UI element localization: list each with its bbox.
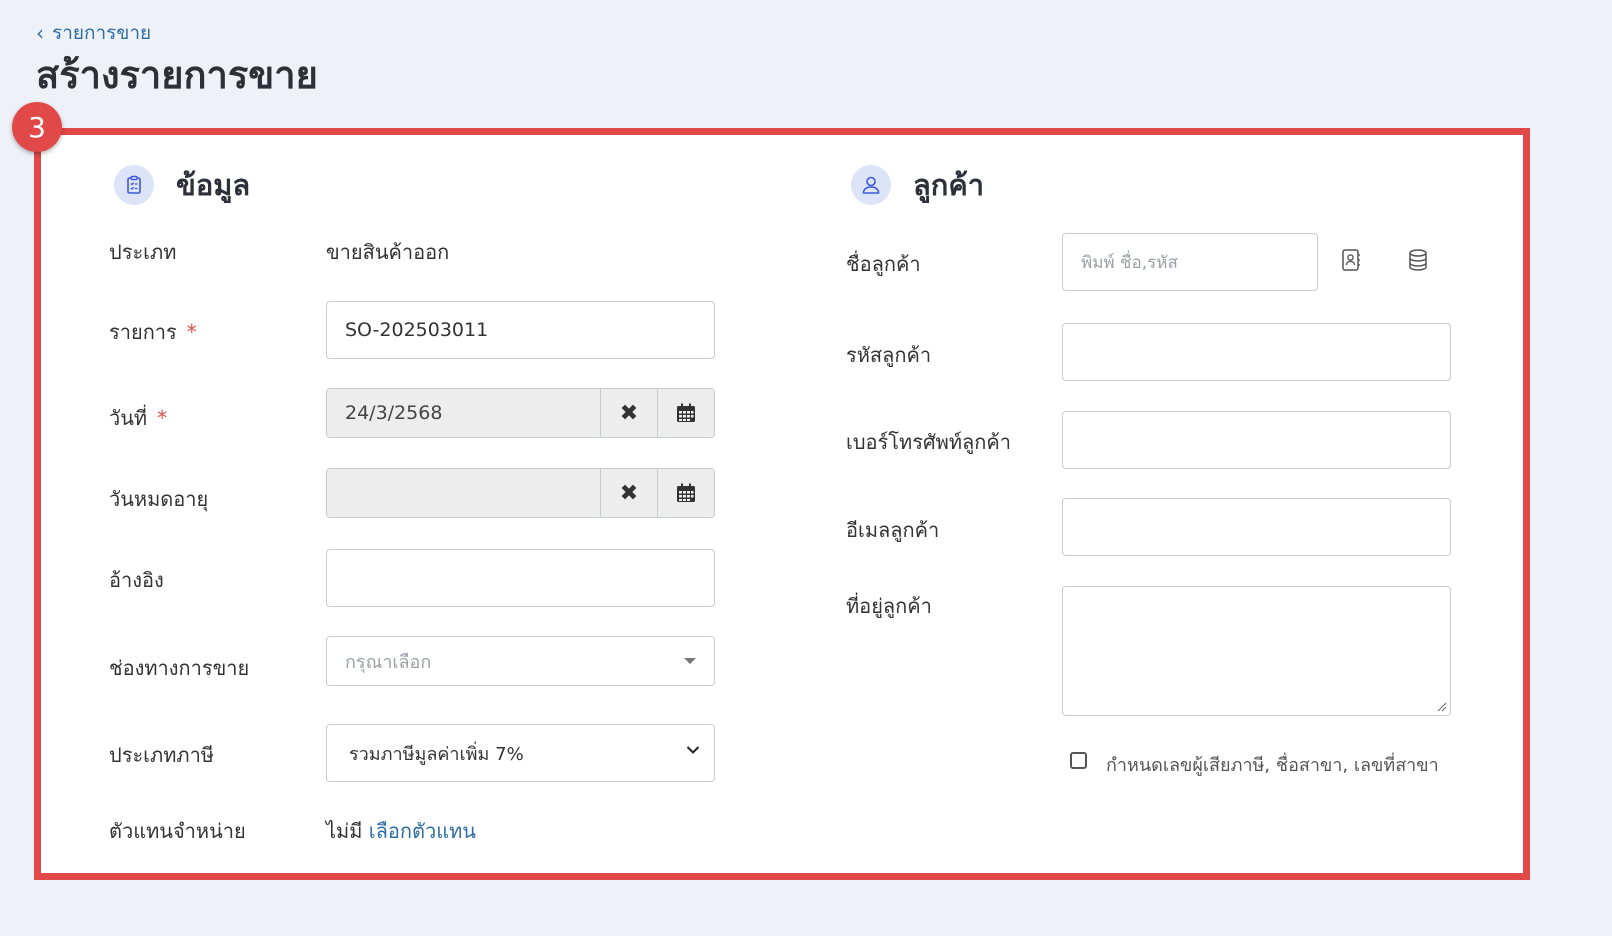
- calendar-icon: [677, 483, 695, 502]
- contact-book-button[interactable]: [1341, 249, 1361, 275]
- required-mark: *: [186, 320, 197, 344]
- database-button[interactable]: [1408, 249, 1428, 275]
- customer-phone-input[interactable]: [1062, 411, 1451, 469]
- chevron-left-icon: ‹: [36, 21, 44, 45]
- date-label: วันที่ *: [109, 402, 167, 434]
- chevron-down-icon: [686, 739, 700, 760]
- customer-name-input[interactable]: พิมพ์ ชื่อ,รหัส: [1062, 233, 1318, 291]
- select-agent-link[interactable]: เลือกตัวแทน: [369, 819, 476, 843]
- type-value: ขายสินค้าออก: [326, 240, 450, 264]
- step-badge: 3: [12, 102, 62, 152]
- doc-no-label: รายการ *: [109, 316, 197, 348]
- date-picker: 24/3/2568 ✖: [326, 388, 715, 438]
- type-label: ประเภท: [109, 240, 177, 264]
- expiry-input[interactable]: [327, 469, 600, 517]
- date-input[interactable]: 24/3/2568: [327, 389, 600, 437]
- doc-no-input[interactable]: SO-202503011: [326, 301, 715, 359]
- clipboard-list-icon: [114, 165, 154, 205]
- expiry-picker: ✖: [326, 468, 715, 518]
- clear-expiry-button[interactable]: ✖: [600, 469, 657, 517]
- required-mark: *: [157, 406, 168, 430]
- customer-code-input[interactable]: [1062, 323, 1451, 381]
- customer-email-input[interactable]: [1062, 498, 1451, 556]
- customer-section-header: ลูกค้า: [851, 162, 984, 208]
- customer-name-label: ชื่อลูกค้า: [846, 252, 921, 276]
- clear-date-button[interactable]: ✖: [600, 389, 657, 437]
- page-title: สร้างรายการขาย: [36, 53, 318, 97]
- tax-info-checkbox-label[interactable]: กำหนดเลขผู้เสียภาษี, ชื่อสาขา, เลขที่สาข…: [1106, 750, 1439, 779]
- channel-label: ช่องทางการขาย: [109, 656, 250, 680]
- channel-select[interactable]: กรุณาเลือก: [326, 636, 715, 686]
- doc-no-label-text: รายการ: [109, 320, 177, 344]
- tax-type-select[interactable]: รวมภาษีมูลค่าเพิ่ม 7%: [326, 724, 715, 782]
- expiry-calendar-button[interactable]: [657, 469, 714, 517]
- tax-type-label: ประเภทภาษี: [109, 743, 214, 767]
- tax-info-checkbox[interactable]: [1070, 752, 1087, 769]
- customer-code-label: รหัสลูกค้า: [846, 343, 932, 367]
- agent-value: ไม่มี เลือกตัวแทน: [326, 815, 476, 847]
- agent-label: ตัวแทนจำหน่าย: [109, 819, 246, 843]
- caret-down-icon: [684, 658, 696, 664]
- calendar-button[interactable]: [657, 389, 714, 437]
- reference-label: อ้างอิง: [109, 568, 164, 592]
- channel-placeholder: กรุณาเลือก: [345, 651, 432, 673]
- contact-book-icon: [1342, 249, 1360, 271]
- customer-phone-label: เบอร์โทรศัพท์ลูกค้า: [846, 430, 1011, 454]
- info-section-title: ข้อมูล: [176, 168, 251, 202]
- customer-address-textarea[interactable]: [1062, 586, 1451, 716]
- reference-input[interactable]: [326, 549, 715, 607]
- user-icon: [851, 165, 891, 205]
- calendar-icon: [677, 403, 695, 422]
- database-icon: [1409, 249, 1427, 271]
- info-section-header: ข้อมูล: [114, 162, 250, 208]
- expiry-label: วันหมดอายุ: [109, 487, 209, 511]
- customer-address-label: ที่อยู่ลูกค้า: [846, 594, 932, 618]
- resize-handle-icon[interactable]: [1437, 702, 1447, 712]
- close-icon: ✖: [619, 480, 639, 506]
- agent-none-text: ไม่มี: [326, 819, 363, 843]
- tax-type-selected: รวมภาษีมูลค่าเพิ่ม 7%: [349, 743, 524, 765]
- close-icon: ✖: [619, 400, 639, 426]
- customer-email-label: อีเมลลูกค้า: [846, 518, 940, 542]
- customer-section-title: ลูกค้า: [913, 168, 985, 202]
- date-label-text: วันที่: [109, 406, 148, 430]
